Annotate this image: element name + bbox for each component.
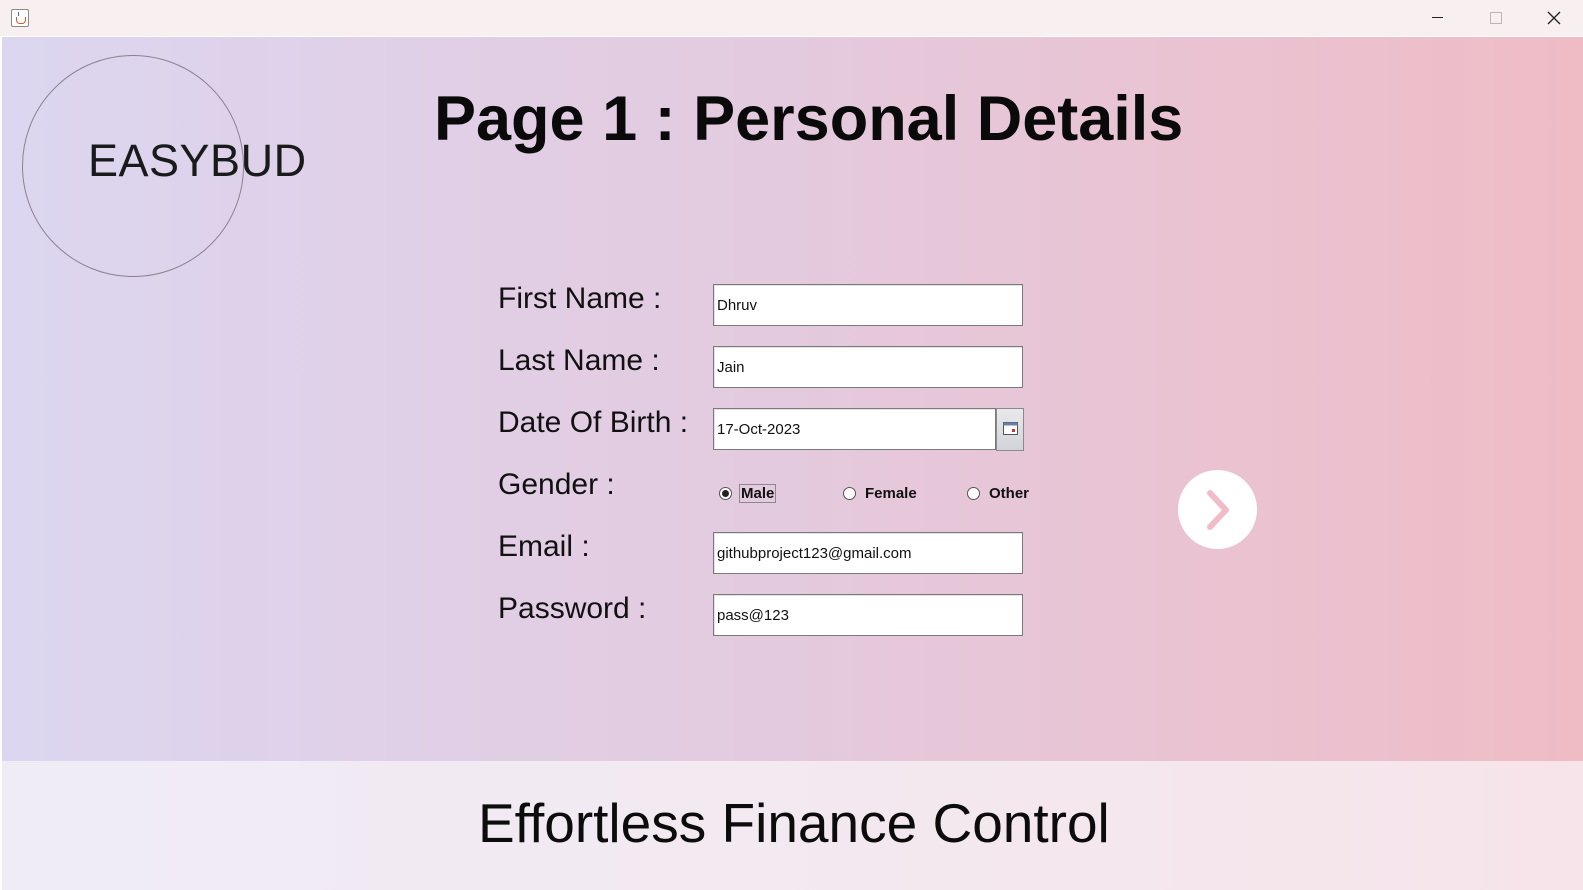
gender-radio-male[interactable]: Male	[719, 483, 777, 503]
last-name-field[interactable]	[713, 346, 1023, 388]
radio-unchecked-icon[interactable]	[967, 486, 980, 500]
radio-label-female: Female	[865, 484, 917, 502]
close-button[interactable]	[1525, 0, 1583, 36]
radio-label-other: Other	[989, 484, 1030, 502]
app-window: EASYBUD Page 1 : Personal Details First …	[0, 0, 1583, 890]
java-cup-icon[interactable]	[11, 9, 29, 27]
radio-unchecked-icon[interactable]	[843, 486, 856, 500]
password-label: Password :	[498, 592, 647, 625]
gender-radio-female[interactable]: Female	[843, 483, 918, 503]
dob-label: Date Of Birth :	[498, 406, 689, 439]
tagline: Effortless Finance Control	[478, 792, 1110, 854]
calendar-icon	[1003, 422, 1018, 435]
first-name-label: First Name :	[498, 282, 662, 315]
page-title: Page 1 : Personal Details	[434, 84, 1184, 154]
first-name-field[interactable]	[713, 284, 1023, 326]
title-bar	[0, 0, 1583, 36]
gender-radio-other[interactable]: Other	[967, 483, 1030, 503]
email-field[interactable]	[713, 532, 1023, 574]
minimize-button[interactable]	[1409, 0, 1467, 36]
next-button[interactable]	[1178, 470, 1257, 549]
password-field[interactable]	[713, 594, 1023, 636]
footer: Effortless Finance Control	[2, 761, 1583, 890]
last-name-label: Last Name :	[498, 344, 660, 377]
close-icon	[1547, 11, 1561, 25]
form-panel: EASYBUD Page 1 : Personal Details First …	[2, 37, 1583, 761]
radio-checked-icon[interactable]	[719, 486, 732, 500]
radio-label-male: Male	[738, 483, 777, 503]
chevron-right-icon	[1207, 490, 1229, 530]
date-picker-button[interactable]	[996, 408, 1024, 451]
gender-label: Gender :	[498, 468, 615, 501]
email-label: Email :	[498, 530, 590, 563]
logo-text: EASYBUD	[88, 135, 307, 186]
maximize-button[interactable]	[1467, 0, 1525, 36]
dob-field[interactable]	[713, 408, 996, 450]
